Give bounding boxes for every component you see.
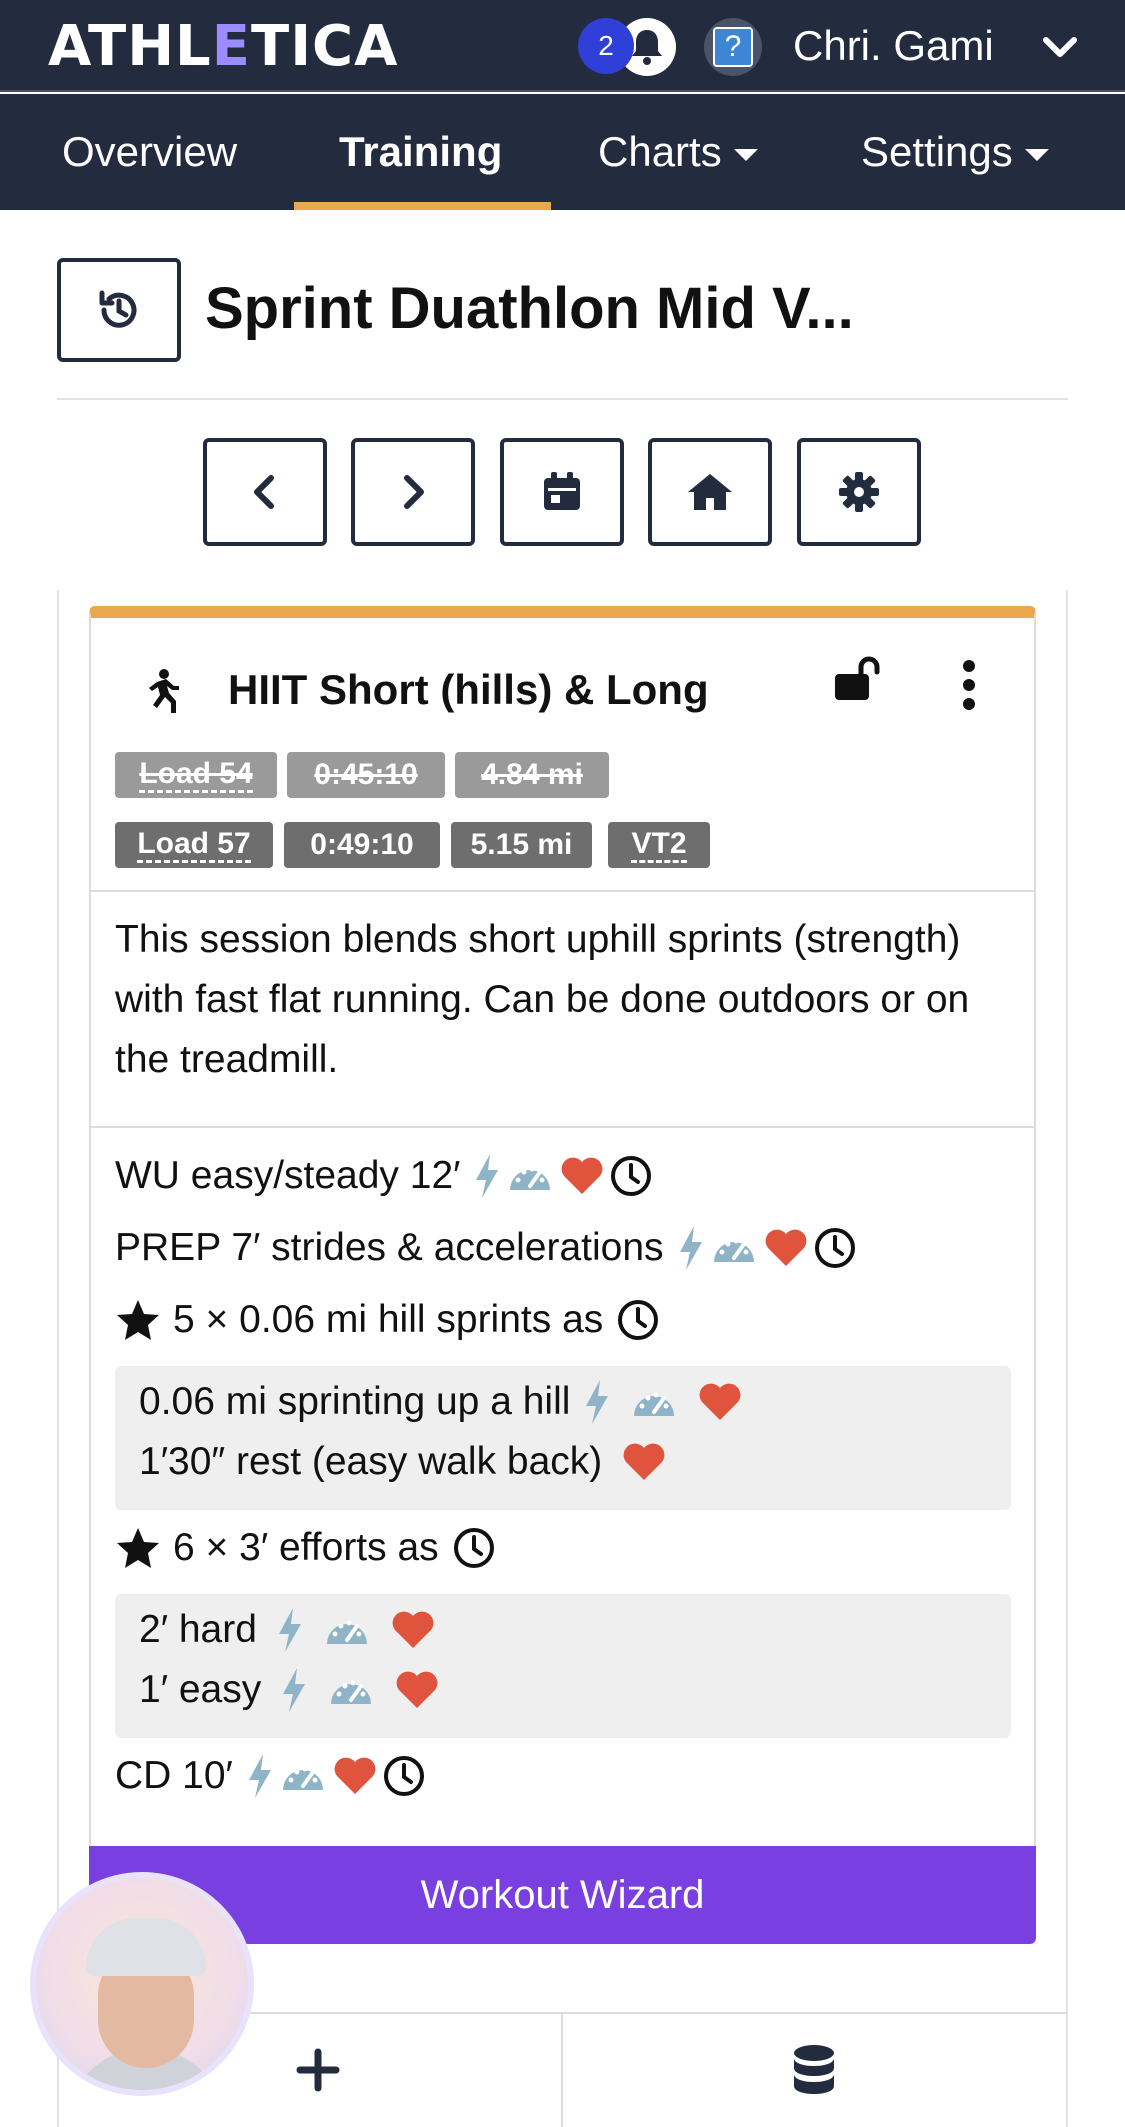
- load-pill: Load 57: [115, 822, 273, 868]
- planned-load-pill: Load 54: [115, 752, 277, 798]
- more-options-icon[interactable]: [959, 660, 979, 714]
- hill-sprints-group: 0.06 mi sprinting up a hill 1′30″ rest (…: [115, 1366, 1011, 1510]
- caret-down-icon: [733, 148, 758, 161]
- tab-overview[interactable]: Overview: [62, 128, 237, 176]
- caret-down-icon: [1024, 148, 1049, 161]
- pace-gauge-icon: [323, 1610, 371, 1650]
- history-icon: [99, 290, 137, 328]
- user-name[interactable]: Chri. Gami: [793, 22, 994, 70]
- page-title: Sprint Duathlon Mid V...: [205, 276, 854, 341]
- power-icon: [678, 1226, 704, 1270]
- heart-icon: [560, 1156, 604, 1196]
- heart-icon: [764, 1228, 808, 1268]
- pace-gauge-icon: [710, 1228, 758, 1268]
- coach-avatar[interactable]: [30, 1872, 254, 2096]
- chevron-left-icon: [254, 475, 274, 509]
- power-icon: [277, 1608, 303, 1652]
- planned-distance-pill: 4.84 mi: [455, 752, 609, 798]
- workout-card: HIIT Short (hills) & Long Load 54 0:45:1…: [89, 606, 1036, 1944]
- next-button[interactable]: [351, 438, 475, 546]
- notifications-button[interactable]: 2: [578, 16, 682, 78]
- pace-gauge-icon: [279, 1756, 327, 1796]
- power-icon: [247, 1754, 273, 1798]
- athletica-logo[interactable]: ATHLETICA: [48, 14, 399, 79]
- home-button[interactable]: [648, 438, 772, 546]
- unlock-icon[interactable]: [833, 654, 883, 709]
- running-icon: [139, 668, 179, 719]
- chevron-right-icon: [404, 475, 424, 509]
- calendar-button[interactable]: [500, 438, 624, 546]
- workout-title: HIIT Short (hills) & Long: [228, 666, 709, 713]
- heart-icon: [391, 1610, 435, 1650]
- previous-button[interactable]: [203, 438, 327, 546]
- efforts-set[interactable]: 6 × 3′ efforts as: [115, 1526, 495, 1570]
- settings-button[interactable]: [797, 438, 921, 546]
- rest-interval[interactable]: 1′30″ rest (easy walk back): [139, 1440, 666, 1484]
- database-icon[interactable]: [792, 2044, 836, 2101]
- workout-description: This session blends short uphill sprints…: [115, 918, 970, 1081]
- prep-step[interactable]: PREP 7′ strides & accelerations: [115, 1226, 856, 1270]
- divider: [91, 1126, 1034, 1128]
- clock-icon: [383, 1755, 425, 1797]
- help-icon: ?: [713, 27, 753, 67]
- time-pill: 0:49:10: [284, 822, 440, 868]
- add-icon[interactable]: [292, 2044, 344, 2101]
- clock-icon: [453, 1527, 495, 1569]
- home-icon: [688, 474, 732, 510]
- top-bar: ATHLETICA 2 ? Chri. Gami: [0, 0, 1125, 92]
- hill-sprints-set[interactable]: 5 × 0.06 mi hill sprints as: [115, 1298, 659, 1342]
- sprint-interval[interactable]: 0.06 mi sprinting up a hill: [139, 1380, 742, 1424]
- tab-training[interactable]: Training: [339, 128, 502, 176]
- help-button[interactable]: ?: [704, 18, 762, 76]
- warmup-step[interactable]: WU easy/steady 12′: [115, 1154, 652, 1198]
- clock-icon: [814, 1227, 856, 1269]
- power-icon: [281, 1668, 307, 1712]
- divider: [561, 2014, 563, 2127]
- clock-icon: [617, 1299, 659, 1341]
- tab-charts[interactable]: Charts: [598, 128, 758, 176]
- efforts-group: 2′ hard 1′ easy: [115, 1594, 1011, 1738]
- divider: [57, 398, 1068, 400]
- chevron-down-icon[interactable]: [1040, 28, 1080, 73]
- divider: [91, 890, 1034, 892]
- history-button[interactable]: [57, 258, 181, 362]
- heart-icon: [622, 1442, 666, 1482]
- pace-gauge-icon: [506, 1156, 554, 1196]
- cooldown-step[interactable]: CD 10′: [115, 1754, 425, 1798]
- planned-time-pill: 0:45:10: [287, 752, 445, 798]
- pace-gauge-icon: [327, 1670, 375, 1710]
- heart-icon: [698, 1382, 742, 1422]
- calendar-icon: [544, 472, 580, 510]
- pace-gauge-icon: [630, 1382, 678, 1422]
- distance-pill: 5.15 mi: [451, 822, 592, 868]
- star-icon: [115, 1298, 161, 1342]
- main-nav: Overview Training Charts Settings: [0, 94, 1125, 210]
- star-icon: [115, 1526, 161, 1570]
- heart-icon: [333, 1756, 377, 1796]
- zone-pill: VT2: [608, 822, 710, 868]
- clock-icon: [610, 1155, 652, 1197]
- power-icon: [474, 1154, 500, 1198]
- hard-interval[interactable]: 2′ hard: [139, 1608, 435, 1652]
- easy-interval[interactable]: 1′ easy: [139, 1668, 439, 1712]
- tab-settings[interactable]: Settings: [861, 128, 1049, 176]
- heart-icon: [395, 1670, 439, 1710]
- power-icon: [584, 1380, 610, 1424]
- gear-icon: [839, 472, 879, 512]
- notification-count-badge: 2: [578, 18, 634, 74]
- active-tab-indicator: [294, 202, 551, 210]
